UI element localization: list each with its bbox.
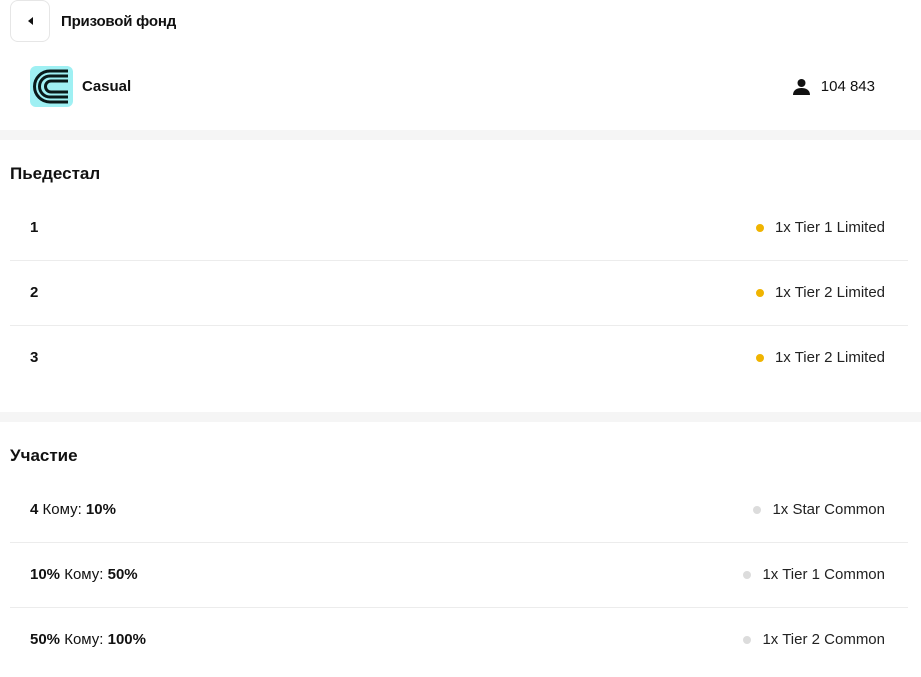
podium-row: 1 1x Tier 1 Limited [10, 196, 908, 261]
reward-dot-icon [755, 288, 764, 297]
reward-dot-icon [743, 570, 752, 579]
rank-label: 1 [30, 219, 39, 236]
range-from: 10% [30, 566, 61, 583]
reward-label: 1x Tier 2 Limited [774, 349, 885, 366]
header: Призовой фонд [0, 0, 921, 56]
participation-list: 4 Кому: 10% 1x Star Common 10% Кому: 50%… [10, 478, 908, 673]
reward-label: 1x Tier 1 Common [762, 566, 885, 583]
podium-list: 1 1x Tier 1 Limited 2 1x Tier 2 Limited … [10, 196, 908, 391]
reward-label: 1x Tier 2 Common [762, 631, 885, 648]
range-from: 50% [30, 631, 61, 648]
section-divider [0, 130, 921, 140]
participation-row: 10% Кому: 50% 1x Tier 1 Common [10, 543, 908, 608]
reward-dot-icon [755, 353, 764, 362]
podium-row: 3 1x Tier 2 Limited [10, 326, 908, 391]
competition-logo [30, 66, 73, 107]
participants-value: 104 843 [820, 78, 875, 95]
person-icon [792, 78, 810, 95]
to-label: Кому: [64, 631, 104, 648]
range-to: 50% [107, 566, 138, 583]
reward-label: 1x Tier 1 Limited [774, 219, 885, 236]
reward-dot-icon [743, 635, 752, 644]
back-button[interactable] [10, 0, 50, 42]
to-label: Кому: [42, 501, 82, 518]
to-label: Кому: [64, 566, 104, 583]
podium-section-title: Пьедестал [10, 164, 101, 183]
reward-label: 1x Tier 2 Limited [774, 284, 885, 301]
page-title: Призовой фонд [61, 13, 177, 30]
range-to: 100% [107, 631, 146, 648]
participants-count: 104 843 [792, 78, 875, 95]
podium-row: 2 1x Tier 2 Limited [10, 261, 908, 326]
participation-row: 4 Кому: 10% 1x Star Common [10, 478, 908, 543]
reward-dot-icon [755, 223, 764, 232]
rank-label: 2 [30, 284, 39, 301]
section-divider [0, 412, 921, 422]
reward-label: 1x Star Common [772, 501, 885, 518]
competition-info: Casual 104 843 [0, 56, 921, 130]
rank-label: 3 [30, 349, 39, 366]
competition-name: Casual [82, 78, 132, 95]
caret-left-icon [27, 17, 33, 25]
reward-dot-icon [753, 505, 762, 514]
range-from: 4 [30, 501, 39, 518]
participation-section-title: Участие [10, 446, 78, 465]
participation-row: 50% Кому: 100% 1x Tier 2 Common [10, 608, 908, 673]
range-to: 10% [85, 501, 116, 518]
